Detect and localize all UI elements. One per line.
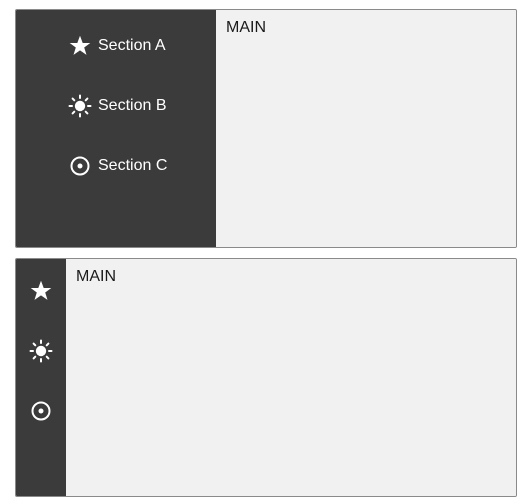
sidebar-expanded: Section A Section B Section C xyxy=(16,10,216,247)
sidebar-item-label: Section C xyxy=(98,157,168,174)
sidebar-item-label: Section A xyxy=(98,37,166,54)
sidebar-item-section-a[interactable]: Section A xyxy=(68,31,166,61)
star-icon xyxy=(68,34,92,58)
sidebar-item-section-c[interactable]: Section C xyxy=(68,151,167,181)
sidebar-item-section-b[interactable] xyxy=(28,337,54,365)
collapsed-layout: MAIN xyxy=(15,258,517,497)
sidebar-collapsed xyxy=(16,259,66,496)
sun-icon xyxy=(68,94,92,118)
main-content: MAIN xyxy=(66,259,516,496)
main-content: MAIN xyxy=(216,10,516,247)
sidebar-item-section-c[interactable] xyxy=(28,397,54,425)
main-title: MAIN xyxy=(226,19,266,36)
expanded-layout: Section A Section B Section C MAIN xyxy=(15,9,517,248)
target-icon xyxy=(29,399,53,423)
sidebar-item-section-b[interactable]: Section B xyxy=(68,91,166,121)
sidebar-item-section-a[interactable] xyxy=(28,277,54,305)
main-title: MAIN xyxy=(76,268,116,285)
sun-icon xyxy=(29,339,53,363)
sidebar-item-label: Section B xyxy=(98,97,167,114)
target-icon xyxy=(68,154,92,178)
star-icon xyxy=(29,279,53,303)
